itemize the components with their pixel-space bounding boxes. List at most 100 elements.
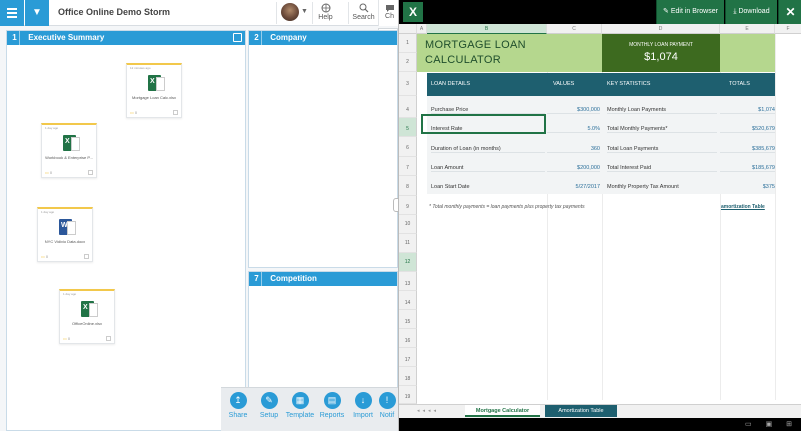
chevron-down-icon[interactable]: ▼ [25,0,49,26]
sheet-nav-arrows[interactable]: ◂◂◂◂ [417,408,439,414]
file-card[interactable]: 1 day ago X Workbook & Enterprise P... ▭… [41,123,97,178]
title-band: MORTGAGE LOAN CALCULATOR MONTHLY LOAN PA… [417,34,775,72]
row-header[interactable]: 2 [399,53,417,72]
search-button[interactable]: Search [348,2,378,24]
card-filename: Mortgage Loan Calc.xlsx [131,95,177,100]
tab-amortization-table[interactable]: Amortization Table [545,405,617,417]
word-file-icon: W [59,219,76,235]
card-checkbox[interactable] [173,110,178,115]
header-totals: TOTALS [729,81,750,87]
close-button[interactable]: ✕ [778,0,801,24]
edit-icon[interactable] [233,33,242,42]
row-header[interactable]: 13 [399,272,417,291]
excel-logo-icon: X [403,2,423,22]
row-header[interactable]: 18 [399,367,417,386]
column-header[interactable]: E [720,24,775,34]
reports-button[interactable]: ▤ Reports [317,392,347,419]
column-header[interactable]: C [547,24,602,34]
cell-loan-value[interactable]: $200,000 [547,165,600,172]
setup-button[interactable]: ✎ Setup [254,392,284,419]
view-mode-icons[interactable]: ▭ ▣ ⊞ [745,420,798,428]
caret-down-icon: ▼ [301,8,308,15]
column-header[interactable]: D [602,24,720,34]
cell-loan-label[interactable]: Purchase Price [431,107,545,114]
cell-stat-label[interactable]: Monthly Property Tax Amount [607,184,717,190]
cell-stat-label[interactable]: Total Monthly Payments* [607,126,717,133]
cell-loan-value[interactable]: $300,000 [547,107,600,114]
lane-company: 2 Company [248,30,398,268]
row-header[interactable]: 11 [399,234,417,253]
card-filename: OfficeOnline.xlsx [72,321,102,326]
template-button[interactable]: ▦ Template [285,392,315,419]
row-header[interactable]: 5 [399,118,417,137]
help-button[interactable]: Help [312,2,338,24]
row-header[interactable]: 6 [399,137,417,157]
file-card[interactable]: 1 day ago X OfficeOnline.xlsx ▭ 0 [59,289,115,344]
header-key-statistics: KEY STATISTICS [607,81,651,87]
cell-loan-label[interactable]: Loan Amount [431,165,545,172]
cell-loan-value[interactable]: 5/27/2017 [547,184,600,190]
cell-loan-label[interactable]: Loan Start Date [431,184,545,190]
row-header[interactable]: 8 [399,176,417,196]
download-button[interactable]: ⤓ Download [725,0,777,24]
row-header[interactable]: 12 [399,253,417,272]
column-header[interactable]: A [417,24,427,34]
column-header[interactable]: B [427,24,547,34]
monthly-payment-box[interactable]: MONTHLY LOAN PAYMENT $1,074 [602,34,720,72]
card-timestamp: 1 day ago [45,126,59,130]
cell-stat-total[interactable]: $185,679 [720,165,775,172]
amortization-link[interactable]: amortization Table [721,204,765,210]
active-cell-selection [421,114,546,134]
cell-loan-label[interactable]: Duration of Loan (in months) [431,146,545,153]
help-label: Help [318,14,333,21]
notification-button[interactable]: ! Notif [374,392,400,419]
top-bar: ▼ Office Online Demo Storm ▼ Help Search [0,0,400,26]
file-card[interactable]: 12 minutes ago X Mortgage Loan Calc.xlsx… [126,63,182,118]
row-header[interactable]: 1 [399,34,417,53]
row-header[interactable]: 17 [399,348,417,367]
card-checkbox[interactable] [88,170,93,175]
row-header[interactable]: 14 [399,291,417,310]
row-header[interactable]: 3 [399,72,417,96]
row-header[interactable]: 7 [399,157,417,176]
setup-label: Setup [259,412,279,419]
row-header[interactable]: 4 [399,96,417,118]
edit-icon: ✎ [663,8,669,15]
menu-button[interactable] [0,0,24,26]
title-line-1: MORTGAGE LOAN [425,39,526,51]
chat-label: Ch [385,13,394,20]
row-header[interactable]: 16 [399,329,417,348]
setup-icon: ✎ [260,392,278,409]
sheet-tab-bar: ◂◂◂◂ Mortgage Calculator Amortization Ta… [399,404,801,418]
cell-stat-label[interactable]: Total Loan Payments [607,146,717,153]
payment-label: MONTHLY LOAN PAYMENT [629,42,693,48]
tab-mortgage-calculator[interactable]: Mortgage Calculator [465,405,540,417]
card-checkbox[interactable] [106,336,111,341]
row-header[interactable]: 15 [399,310,417,329]
lane-header: 7 Competition [249,272,397,286]
cell-loan-value[interactable]: 5.0% [547,126,600,133]
row-header[interactable]: 19 [399,386,417,404]
cell-stat-total[interactable]: $375 [720,184,775,190]
cell-stat-label[interactable]: Monthly Loan Payments [607,107,717,114]
lane-header: 2 Company [249,31,397,45]
cell-stat-label[interactable]: Total Interest Paid [607,165,717,172]
card-timestamp: 1 day ago [41,210,55,214]
lane-number: 7 [252,272,262,286]
card-timestamp: 12 minutes ago [130,66,151,70]
row-header[interactable]: 9 [399,196,417,215]
column-header[interactable]: F [775,24,801,34]
select-all-corner[interactable] [399,24,417,34]
user-menu[interactable]: ▼ [276,2,310,24]
cell-stat-total[interactable]: $1,074 [720,107,775,114]
share-button[interactable]: ↥ Share [223,392,253,419]
cell-stat-total[interactable]: $385,679 [720,146,775,153]
edit-in-browser-button[interactable]: ✎ Edit in Browser [656,0,724,24]
cell-stat-total[interactable]: $520,679 [720,126,775,133]
row-header[interactable]: 10 [399,215,417,234]
file-card[interactable]: 1 day ago W NYC Vidivio Data.docx ▭ 0 [37,207,93,262]
chat-button[interactable]: Ch [378,0,400,26]
cell-loan-value[interactable]: 360 [547,146,600,153]
card-checkbox[interactable] [84,254,89,259]
avatar[interactable] [281,3,299,21]
